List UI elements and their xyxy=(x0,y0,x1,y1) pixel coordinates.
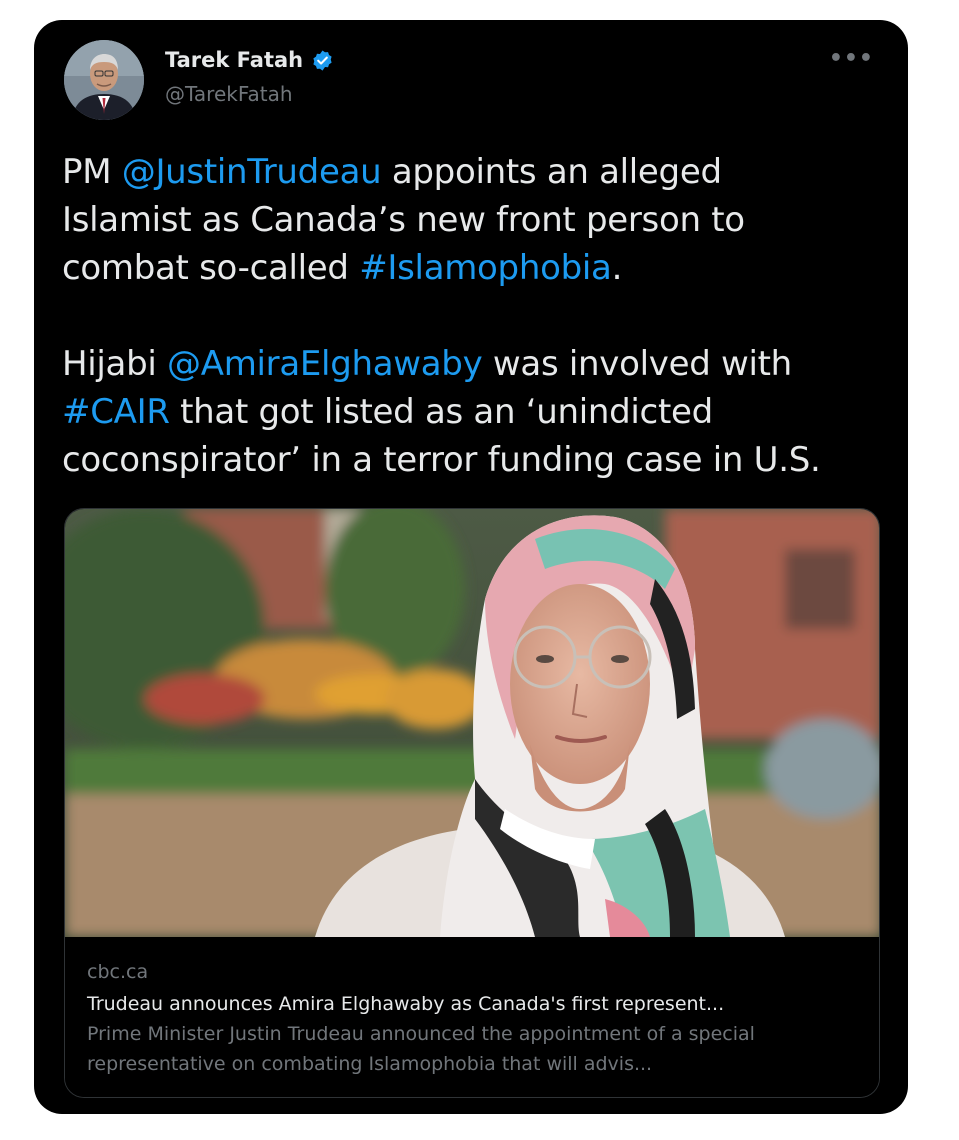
tweet-text-segment: Islamist as Canada’s new front person to xyxy=(62,200,745,240)
link-preview-card[interactable]: cbc.ca Trudeau announces Amira Elghawaby… xyxy=(64,508,880,1098)
author-handle[interactable]: @TarekFatah xyxy=(165,82,293,106)
tweet-text-segment: PM xyxy=(62,152,122,192)
card-domain: cbc.ca xyxy=(87,961,149,983)
card-text-area: cbc.ca Trudeau announces Amira Elghawaby… xyxy=(65,937,879,1097)
tweet-text-segment: combat so-called xyxy=(62,248,360,288)
tweet-text-segment: that got listed as an ‘unindicted xyxy=(169,392,713,432)
author-name[interactable]: Tarek Fatah xyxy=(165,48,303,72)
tweet-text: PM @JustinTrudeau appoints an alleged Isl… xyxy=(62,148,892,484)
tweet-text-segment: appoints an alleged xyxy=(381,152,722,192)
card-title: Trudeau announces Amira Elghawaby as Can… xyxy=(87,993,725,1015)
tweet-card: Tarek Fatah @TarekFatah ••• PM @JustinTr… xyxy=(34,20,908,1114)
verified-badge-icon xyxy=(313,49,332,71)
tweet-text-segment: Hijabi xyxy=(62,344,168,384)
person-avatar-icon xyxy=(64,40,144,120)
mention-link[interactable]: @AmiraElghawaby xyxy=(167,344,483,384)
tweet-text-segment: coconspirator’ in a terror funding case … xyxy=(62,440,821,480)
tweet-text-segment: . xyxy=(611,248,623,288)
tweet-paragraph-1: PM @JustinTrudeau appoints an alleged Isl… xyxy=(62,148,892,292)
author-avatar[interactable] xyxy=(64,40,144,120)
card-photo-image xyxy=(65,509,879,937)
author-name-row: Tarek Fatah xyxy=(165,48,334,72)
hashtag-link[interactable]: #Islamophobia xyxy=(359,248,612,288)
more-options-icon[interactable]: ••• xyxy=(829,46,874,71)
tweet-paragraph-2: Hijabi @AmiraElghawaby was involved with… xyxy=(62,340,892,484)
card-description: Prime Minister Justin Trudeau announced … xyxy=(87,1023,755,1075)
hashtag-link[interactable]: #CAIR xyxy=(62,392,170,432)
mention-link[interactable]: @JustinTrudeau xyxy=(122,152,382,192)
tweet-text-segment: was involved with xyxy=(482,344,792,384)
